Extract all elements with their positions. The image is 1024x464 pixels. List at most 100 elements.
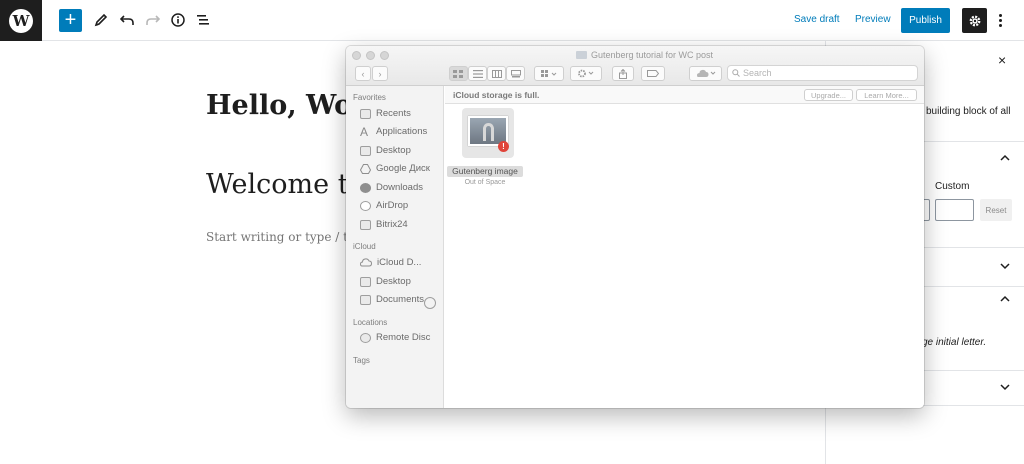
favorites-header: Favorites xyxy=(353,93,386,102)
more-vertical-icon[interactable] xyxy=(993,10,1007,30)
reset-button[interactable]: Reset xyxy=(980,199,1012,221)
icloud-progress-icon xyxy=(424,297,436,309)
sidebar-item-desktop[interactable]: Desktop xyxy=(360,143,411,158)
icon-view-icon xyxy=(453,69,463,78)
sidebar-item-label: Recents xyxy=(376,108,411,119)
tags-header: Tags xyxy=(353,356,370,365)
arch-image xyxy=(483,123,494,141)
finder-titlebar[interactable]: Gutenberg tutorial for WC post ‹ › Searc… xyxy=(346,46,924,86)
gallery-view-button[interactable] xyxy=(506,66,525,81)
folder-icon xyxy=(360,219,371,230)
save-draft-button[interactable]: Save draft xyxy=(794,14,840,25)
cloud-icon xyxy=(696,69,715,77)
recents-icon xyxy=(360,108,371,119)
share-icon xyxy=(619,68,627,79)
wordpress-logo-icon: W xyxy=(9,8,33,33)
gear-icon xyxy=(969,15,980,26)
back-button[interactable]: ‹ xyxy=(355,66,371,81)
window-zoom-button[interactable] xyxy=(380,51,389,60)
columns-icon xyxy=(491,69,502,78)
post-title[interactable]: Hello, Wor xyxy=(206,90,366,121)
block-description: building block of all xyxy=(926,106,1011,117)
documents-icon xyxy=(360,294,371,305)
sidebar-item-label: AirDrop xyxy=(376,200,409,211)
editor-top-toolbar: W + Save draft Preview Publish xyxy=(0,0,1024,41)
icloud-button[interactable] xyxy=(689,66,722,81)
column-view-button[interactable] xyxy=(487,66,506,81)
downloads-icon xyxy=(360,182,371,193)
edit-tags-button[interactable] xyxy=(641,66,665,81)
sidebar-item-documents[interactable]: Documents xyxy=(360,292,424,307)
sidebar-item-label: Applications xyxy=(376,126,428,137)
google-drive-icon xyxy=(360,163,371,174)
sidebar-item-icloud-desktop[interactable]: Desktop xyxy=(360,274,411,289)
sidebar-item-bitrix24[interactable]: Bitrix24 xyxy=(360,217,408,232)
undo-icon[interactable] xyxy=(115,8,139,32)
sidebar-item-remote-disc[interactable]: Remote Disc xyxy=(360,330,430,345)
window-minimize-button[interactable] xyxy=(366,51,375,60)
custom-size-input[interactable] xyxy=(935,199,974,221)
finder-window-title: Gutenberg tutorial for WC post xyxy=(576,50,713,60)
learn-more-button[interactable]: Learn More... xyxy=(856,89,917,101)
redo-icon[interactable] xyxy=(141,8,165,32)
chevron-down-icon[interactable] xyxy=(1000,261,1010,271)
locations-header: Locations xyxy=(353,318,388,327)
sidebar-item-applications[interactable]: A Applications xyxy=(360,124,427,139)
sidebar-item-label: Google Диск xyxy=(376,163,430,174)
list-view-icon[interactable] xyxy=(191,8,215,32)
search-field[interactable]: Search xyxy=(727,65,918,81)
sidebar-item-label: Documents xyxy=(376,294,425,305)
gallery-icon xyxy=(510,69,521,77)
wordpress-logo-button[interactable]: W xyxy=(0,0,42,41)
pencil-icon[interactable] xyxy=(89,8,113,32)
sidebar-item-label: Desktop xyxy=(376,276,411,287)
file-item-thumbnail[interactable]: ! xyxy=(462,108,514,158)
chevron-up-icon[interactable] xyxy=(1000,153,1010,163)
sidebar-item-label: Bitrix24 xyxy=(376,219,408,230)
sidebar-item-label: Downloads xyxy=(376,182,423,193)
publish-button[interactable]: Publish xyxy=(901,8,950,33)
forward-button[interactable]: › xyxy=(372,66,388,81)
search-icon xyxy=(732,69,740,77)
desktop-icon xyxy=(360,276,371,287)
group-by-button[interactable] xyxy=(534,66,564,81)
preview-button[interactable]: Preview xyxy=(855,14,891,25)
custom-size-label: Custom xyxy=(935,181,970,192)
search-placeholder: Search xyxy=(743,68,772,78)
sidebar-item-label: Remote Disc xyxy=(376,332,431,343)
chevron-up-icon[interactable] xyxy=(1000,294,1010,304)
settings-button[interactable] xyxy=(962,8,987,33)
applications-icon: A xyxy=(360,124,369,139)
window-close-button[interactable] xyxy=(352,51,361,60)
cloud-icon xyxy=(360,258,372,267)
close-icon[interactable]: × xyxy=(998,52,1006,68)
gear-icon xyxy=(578,69,594,78)
heading-block[interactable]: Welcome to xyxy=(206,169,365,200)
icon-view-button[interactable] xyxy=(449,66,468,81)
tag-icon xyxy=(647,70,659,77)
desktop-icon xyxy=(360,145,371,156)
alert-badge-icon: ! xyxy=(498,141,509,152)
finder-window[interactable]: Gutenberg tutorial for WC post ‹ › Searc… xyxy=(346,46,924,408)
upgrade-button[interactable]: Upgrade... xyxy=(804,89,853,101)
folder-icon xyxy=(576,51,587,59)
sidebar-item-label: iCloud D... xyxy=(377,257,422,268)
sidebar-item-label: Desktop xyxy=(376,145,411,156)
info-icon[interactable] xyxy=(166,8,190,32)
chevron-down-icon[interactable] xyxy=(1000,382,1010,392)
add-block-button[interactable]: + xyxy=(59,9,82,32)
finder-content[interactable]: iCloud storage is full. Upgrade... Learn… xyxy=(445,86,924,408)
action-button[interactable] xyxy=(570,66,602,81)
list-view-button[interactable] xyxy=(468,66,487,81)
sidebar-item-recents[interactable]: Recents xyxy=(360,106,411,121)
list-icon xyxy=(472,69,483,78)
sidebar-item-icloud-drive[interactable]: iCloud D... xyxy=(360,255,421,270)
finder-sidebar: Favorites Recents A Applications Desktop … xyxy=(346,86,444,408)
file-name[interactable]: Gutenberg image xyxy=(447,166,523,177)
sidebar-item-downloads[interactable]: Downloads xyxy=(360,180,423,195)
finder-title-text: Gutenberg tutorial for WC post xyxy=(591,50,714,60)
share-button[interactable] xyxy=(612,66,634,81)
icloud-banner: iCloud storage is full. Upgrade... Learn… xyxy=(445,86,924,104)
sidebar-item-google-drive[interactable]: Google Диск xyxy=(360,161,430,176)
sidebar-item-airdrop[interactable]: AirDrop xyxy=(360,198,408,213)
